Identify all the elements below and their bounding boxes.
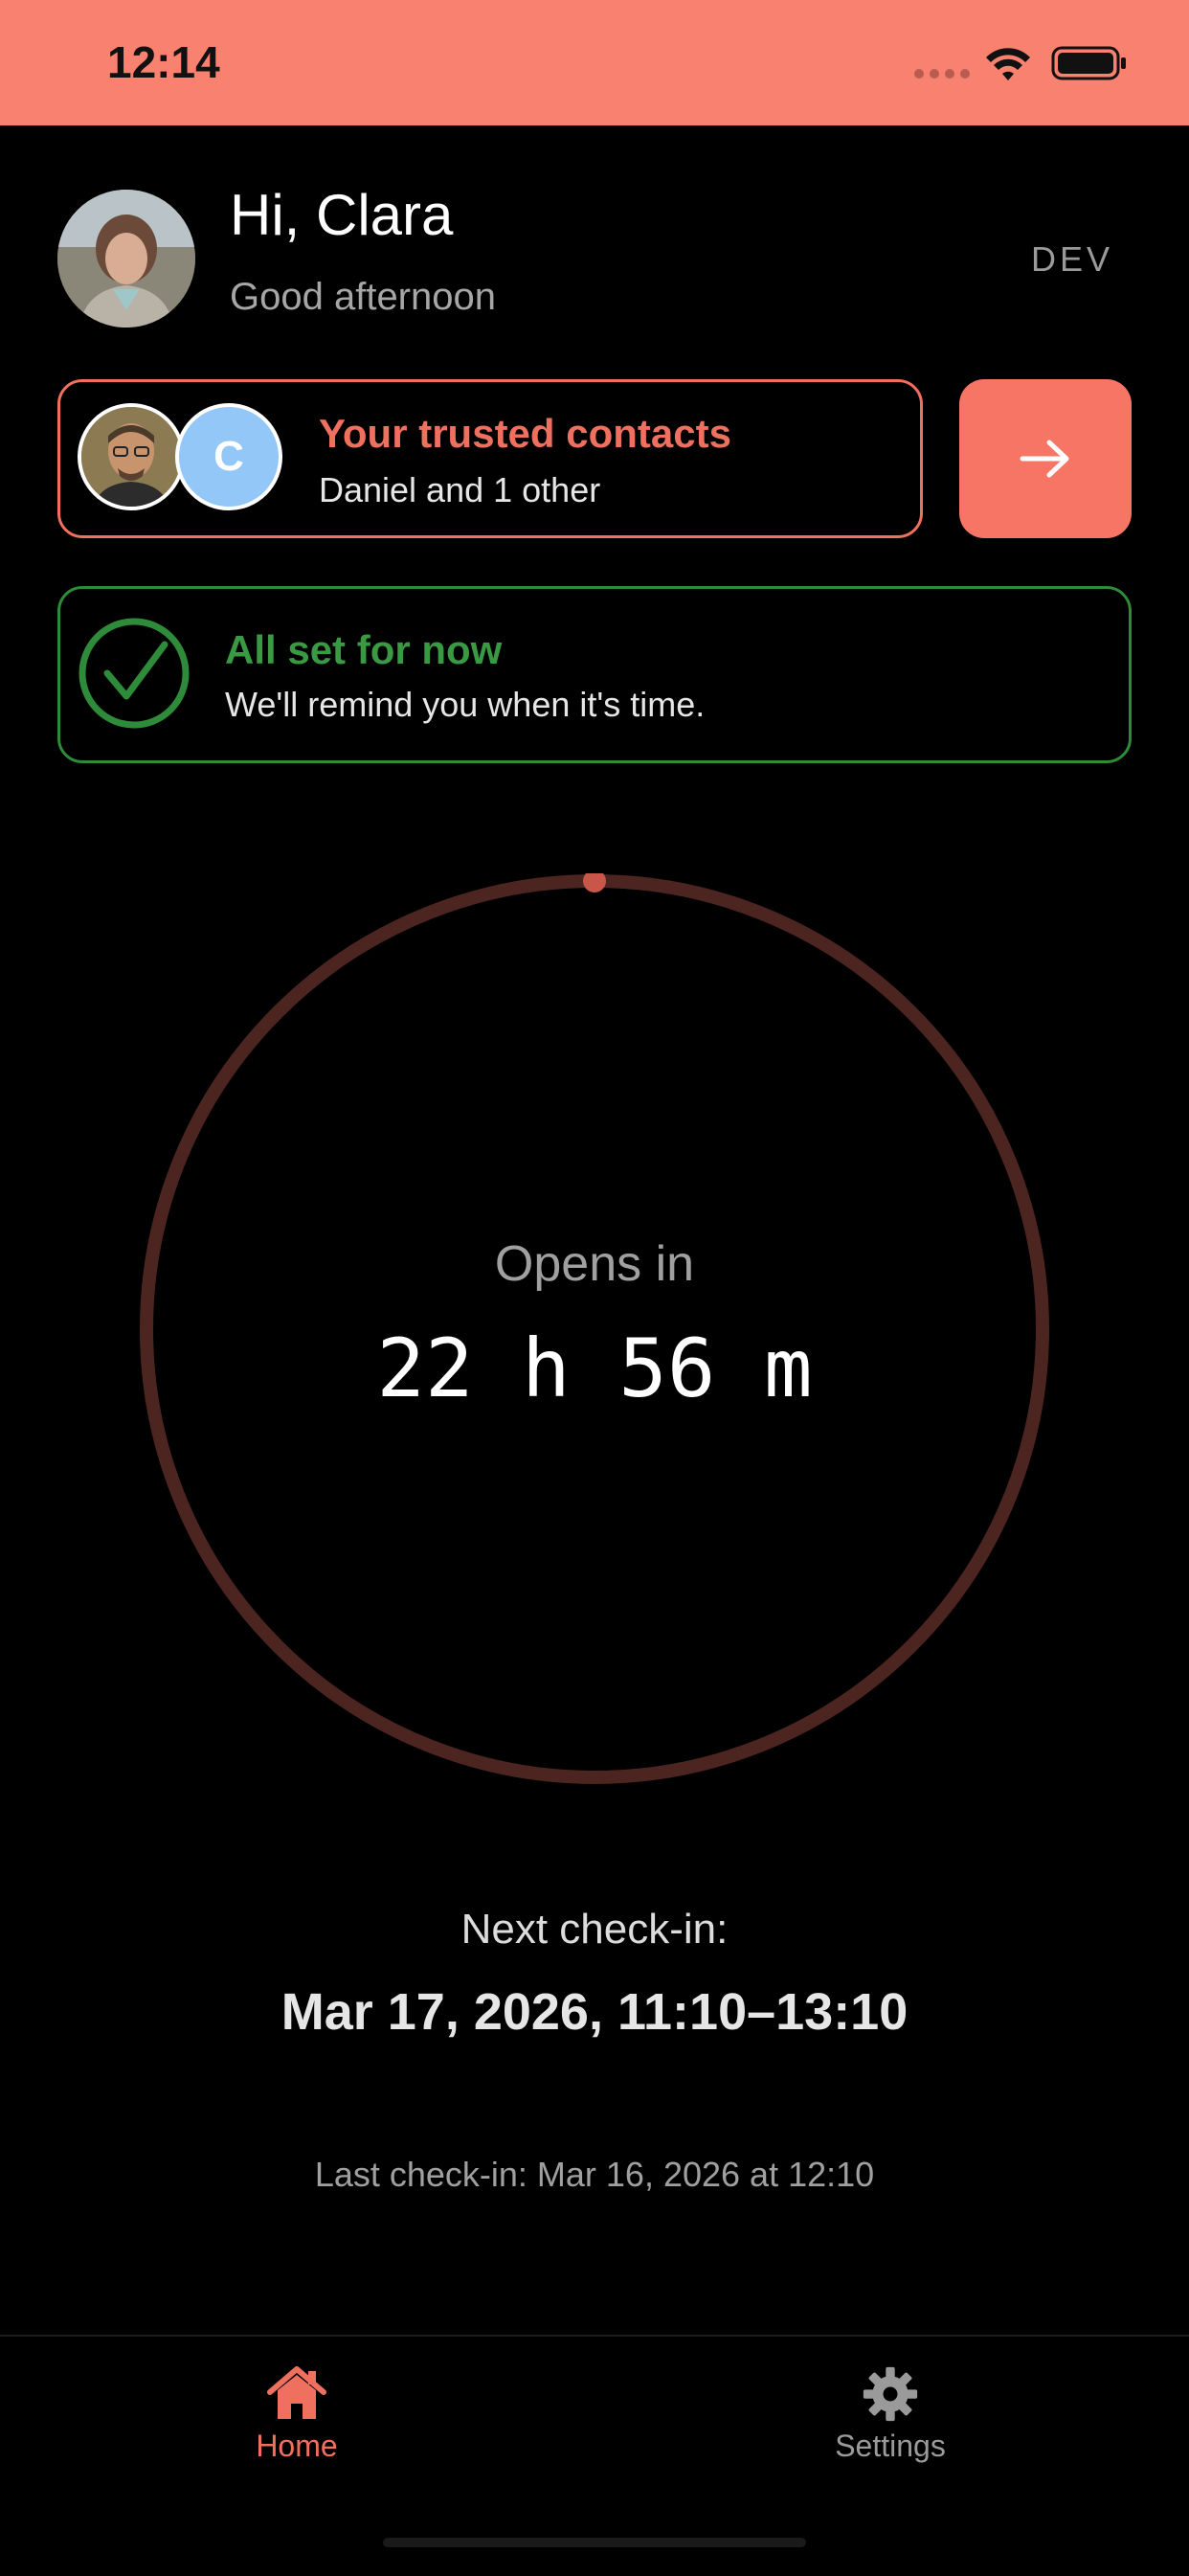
home-icon [267, 2366, 326, 2419]
trusted-contacts-subtitle: Daniel and 1 other [319, 470, 601, 509]
contact-avatar-initial: C [175, 403, 282, 510]
signal-icon [914, 69, 970, 79]
checkin-status-card: All set for now We'll remind you when it… [57, 586, 1132, 763]
tab-home[interactable]: Home [153, 2337, 440, 2464]
countdown-value: 22 h 56 m [376, 1322, 813, 1415]
wifi-icon [986, 48, 1030, 80]
status-title: All set for now [225, 627, 503, 672]
tab-settings[interactable]: Settings [747, 2337, 1034, 2464]
arrow-right-icon [1020, 440, 1069, 478]
tab-settings-label: Settings [835, 2429, 946, 2463]
trusted-contacts-arrow-button[interactable] [959, 379, 1132, 538]
trusted-contacts-title: Your trusted contacts [319, 411, 731, 456]
trusted-contacts-card[interactable]: C Your trusted contacts Daniel and 1 oth… [57, 379, 923, 538]
user-photo [57, 190, 195, 328]
status-message: We'll remind you when it's time. [225, 685, 706, 724]
user-avatar[interactable] [57, 190, 195, 328]
last-checkin-text: Last check-in: Mar 16, 2026 at 12:10 [314, 2155, 875, 2194]
contact-photo [81, 407, 181, 507]
battery-icon [1051, 46, 1126, 80]
home-indicator [383, 2538, 806, 2547]
next-checkin-value: Mar 17, 2026, 11:10–13:10 [280, 1983, 909, 2041]
check-circle-icon [79, 618, 190, 729]
env-badge: DEV [1031, 239, 1114, 279]
status-bar: 12:14 [0, 0, 1189, 125]
tab-home-label: Home [256, 2429, 338, 2463]
opens-in-label: Opens in [494, 1236, 695, 1292]
greeting-title: Hi, Clara [230, 183, 454, 247]
contact-avatar-daniel [78, 403, 185, 510]
status-time: 12:14 [107, 37, 220, 87]
next-checkin-label: Next check-in: [460, 1906, 729, 1953]
greeting-subtitle: Good afternoon [230, 276, 496, 318]
progress-indicator-dot [583, 873, 606, 893]
gear-icon [863, 2366, 918, 2422]
